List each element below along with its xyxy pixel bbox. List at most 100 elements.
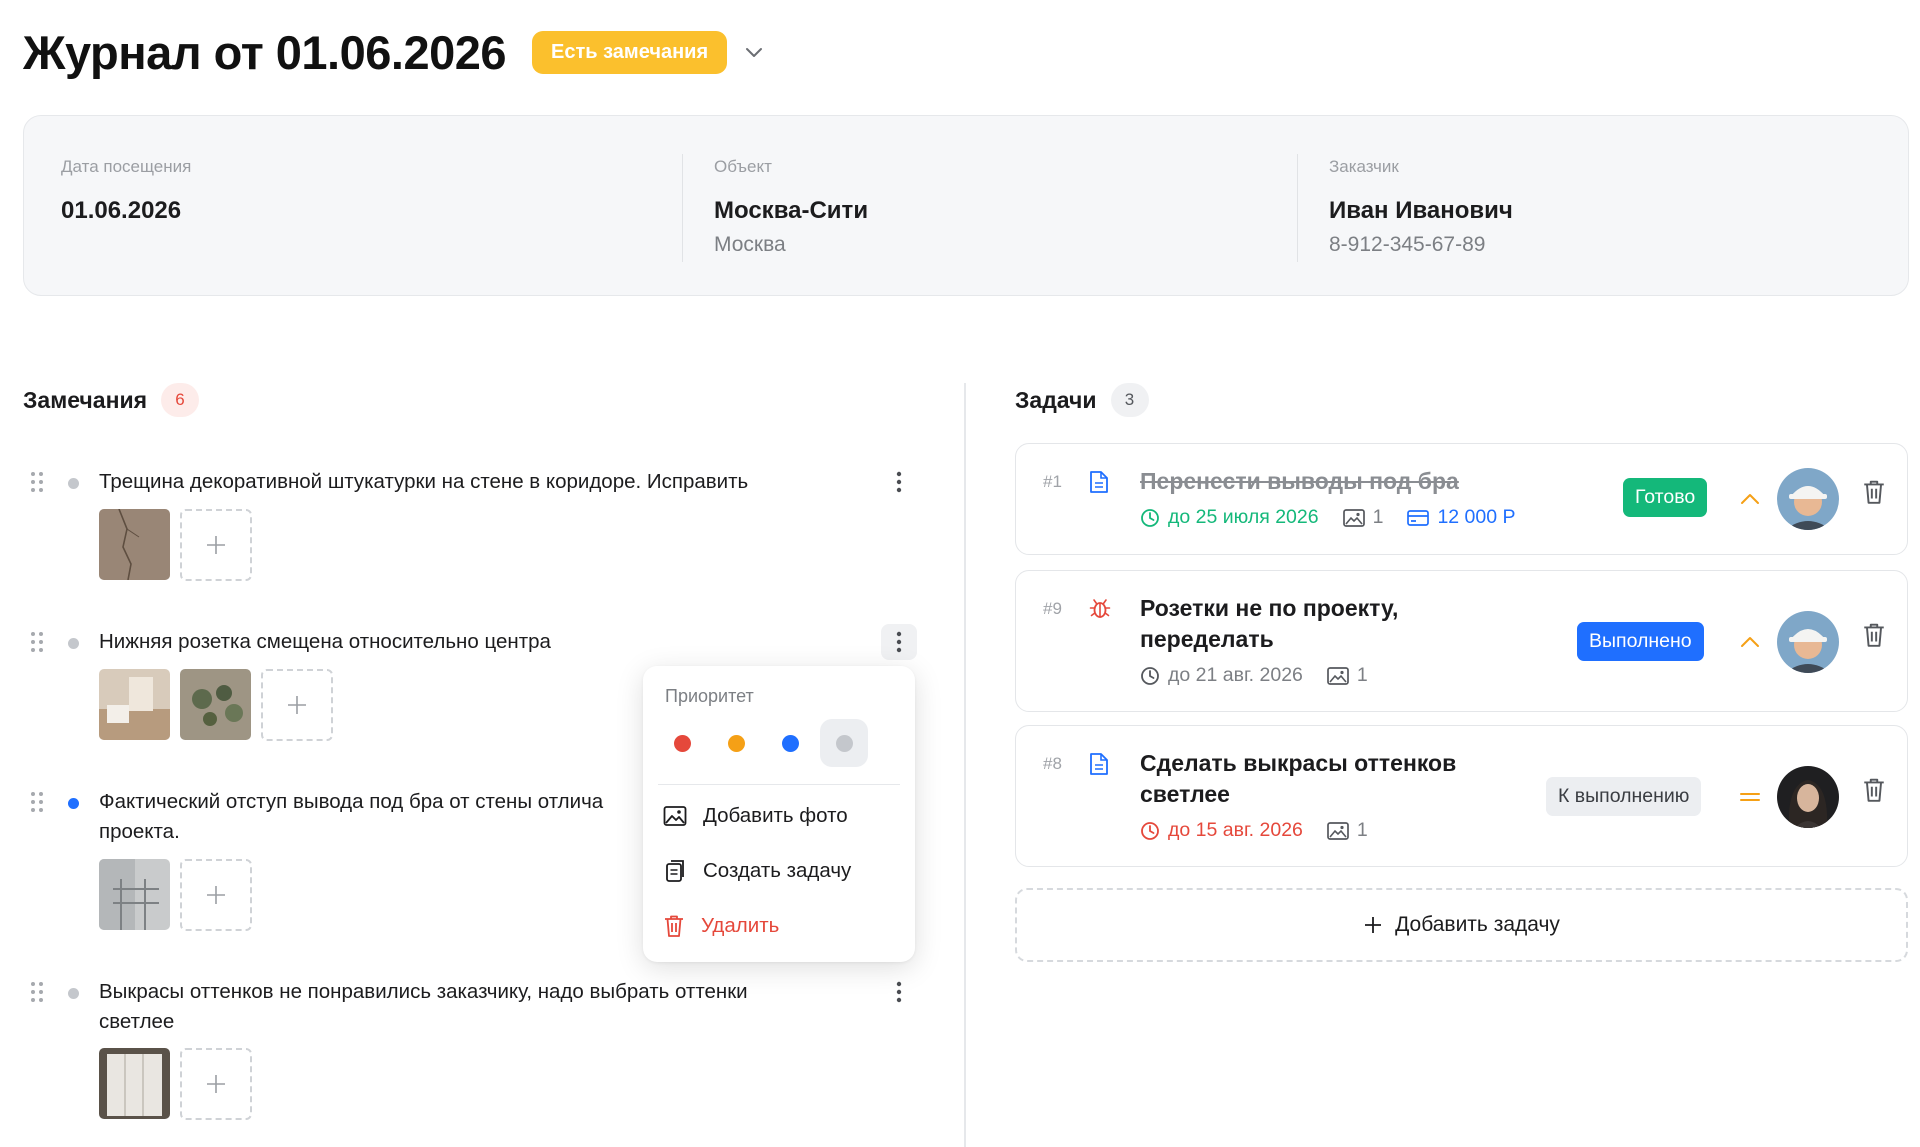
photo-thumbnail[interactable] [180, 669, 251, 740]
task-due-text: до 21 авг. 2026 [1168, 664, 1303, 686]
photo-thumbnail[interactable] [99, 859, 170, 930]
customer-label: Заказчик [1329, 157, 1399, 176]
customer-phone: 8-912-345-67-89 [1329, 233, 1486, 256]
priority-dot [68, 478, 79, 489]
trash-icon[interactable] [1861, 777, 1887, 803]
task-title: Розетки не по проекту, переделать [1140, 593, 1540, 655]
menu-item-delete[interactable]: Удалить [663, 909, 779, 943]
task-status-badge[interactable]: К выполнению [1546, 777, 1702, 816]
priority-option-red[interactable] [658, 719, 706, 767]
task-card[interactable]: #1 Перенести выводы под бра до 25 июля 2… [1015, 443, 1908, 555]
info-divider [1297, 154, 1298, 262]
remark-text[interactable]: Нижняя розетка смещена относительно цент… [99, 627, 899, 657]
drag-handle-icon[interactable] [29, 471, 45, 493]
remark-photos [99, 1048, 252, 1120]
page-title: Журнал от 01.06.2026 [23, 25, 507, 79]
drag-handle-icon[interactable] [29, 981, 45, 1003]
task-card[interactable]: #9 Розетки не по проекту, переделать до … [1015, 570, 1908, 712]
chevron-down-icon[interactable] [741, 39, 767, 65]
task-price: 12 000 Р [1407, 506, 1516, 529]
avatar[interactable] [1777, 611, 1839, 673]
task-number: #1 [1043, 472, 1062, 491]
image-icon [1327, 821, 1349, 840]
priority-high-icon[interactable] [1736, 485, 1764, 513]
priority-dot [68, 638, 79, 649]
task-photos: 1 [1327, 819, 1368, 842]
card-icon [1407, 509, 1430, 526]
remarks-header: Замечания 6 [23, 383, 200, 417]
photo-thumbnail[interactable] [99, 1048, 170, 1119]
remark-context-menu: Приоритет Добавить фото Создать задачу У… [643, 666, 915, 962]
task-title-line: Сделать выкрасы оттенков [1140, 750, 1457, 776]
remark-text[interactable]: Выкрасы оттенков не понравились заказчик… [99, 977, 899, 1037]
priority-option-orange[interactable] [712, 719, 760, 767]
avatar[interactable] [1777, 766, 1839, 828]
plus-icon [207, 886, 225, 904]
priority-medium-icon[interactable] [1736, 783, 1764, 811]
add-task-label: Добавить задачу [1395, 913, 1560, 936]
clipboard-icon [666, 860, 684, 882]
page-header: Журнал от 01.06.2026 Есть замечания [23, 22, 767, 82]
add-task-button[interactable]: Добавить задачу [1015, 888, 1908, 962]
remark-photos [99, 859, 252, 931]
status-badge[interactable]: Есть замечания [532, 30, 728, 74]
object-city: Москва [714, 233, 786, 256]
object-value: Москва-Сити [714, 197, 869, 224]
task-status-badge[interactable]: Выполнено [1577, 622, 1704, 661]
plus-icon [207, 1075, 225, 1093]
task-price-text: 12 000 Р [1437, 506, 1516, 528]
photo-thumbnail[interactable] [99, 669, 170, 740]
image-icon [1342, 508, 1365, 527]
priority-option-gray[interactable] [820, 719, 868, 767]
remarks-count-badge: 6 [161, 383, 200, 417]
task-photos: 1 [1342, 506, 1384, 529]
menu-item-create-task[interactable]: Создать задачу [663, 854, 851, 888]
more-options-button[interactable] [881, 464, 917, 500]
priority-dot [68, 798, 79, 809]
clock-icon [1141, 821, 1159, 840]
task-photos: 1 [1327, 664, 1368, 687]
more-options-button[interactable] [881, 624, 917, 660]
remark-photos [99, 669, 333, 741]
kebab-icon [896, 471, 902, 493]
more-options-button[interactable] [881, 974, 917, 1010]
add-photo-button[interactable] [180, 1048, 252, 1120]
task-title-line: светлее [1140, 781, 1230, 807]
task-card[interactable]: #8 Сделать выкрасы оттенков светлее до 1… [1015, 725, 1908, 867]
drag-handle-icon[interactable] [29, 791, 45, 813]
task-due: до 25 июля 2026 [1140, 506, 1319, 529]
task-due-text: до 15 авг. 2026 [1168, 819, 1303, 841]
priority-label: Приоритет [665, 686, 754, 706]
task-title: Перенести выводы под бра [1140, 468, 1459, 494]
visit-date-block: Дата посещения 01.06.2026 [61, 116, 191, 295]
priority-high-icon[interactable] [1736, 628, 1764, 656]
add-photo-button[interactable] [180, 859, 252, 931]
priority-picker [658, 719, 868, 767]
plus-icon [288, 696, 306, 714]
add-photo-button[interactable] [261, 669, 333, 741]
priority-dot [68, 988, 79, 999]
task-due: до 21 авг. 2026 [1140, 664, 1303, 687]
plus-icon [207, 536, 225, 554]
menu-item-add-photo[interactable]: Добавить фото [663, 799, 848, 833]
image-icon [663, 806, 687, 826]
object-block: Объект Москва-Сити Москва [714, 116, 868, 295]
task-meta: до 21 авг. 2026 1 [1140, 664, 1392, 687]
task-status-badge[interactable]: Готово [1623, 478, 1708, 517]
trash-icon[interactable] [1861, 479, 1887, 505]
menu-item-label: Удалить [701, 914, 780, 937]
photo-thumbnail[interactable] [99, 509, 170, 580]
trash-icon[interactable] [1861, 622, 1887, 648]
task-number: #8 [1043, 754, 1062, 773]
task-due-text: до 25 июля 2026 [1168, 506, 1319, 528]
add-photo-button[interactable] [180, 509, 252, 581]
priority-option-blue[interactable] [766, 719, 814, 767]
task-due: до 15 авг. 2026 [1140, 819, 1303, 842]
task-photos-count: 1 [1372, 506, 1384, 528]
remark-text[interactable]: Трещина декоративной штукатурки на стене… [99, 467, 899, 497]
remark-text-line: Выкрасы оттенков не понравились заказчик… [99, 980, 748, 1003]
avatar[interactable] [1777, 468, 1839, 530]
document-icon [1090, 471, 1108, 493]
tasks-title: Задачи [1015, 386, 1097, 413]
drag-handle-icon[interactable] [29, 631, 45, 653]
